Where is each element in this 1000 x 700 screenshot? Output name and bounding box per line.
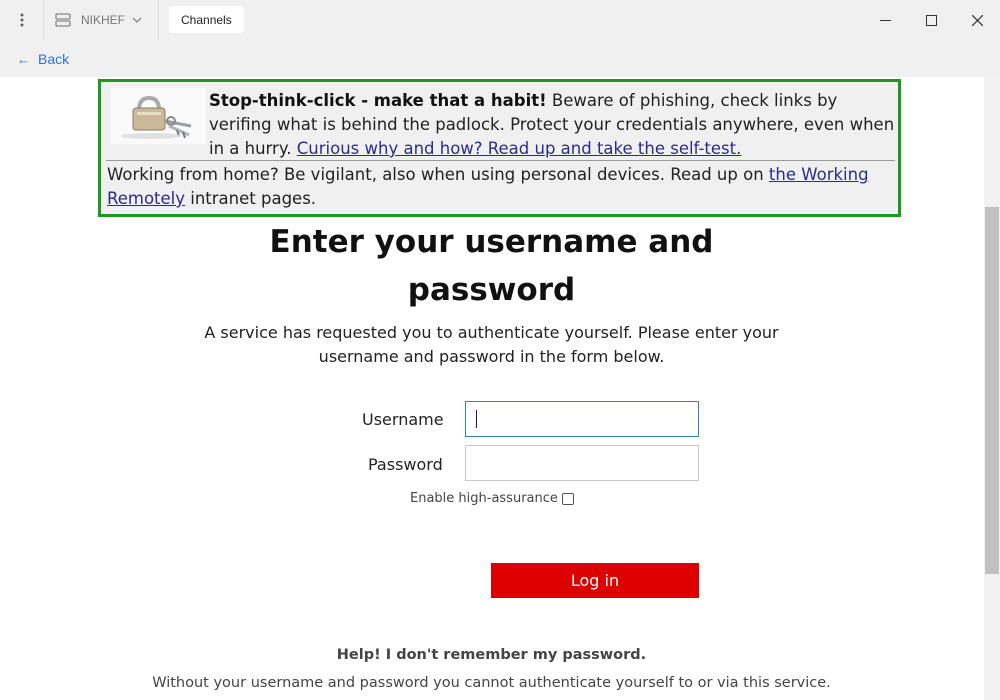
- page-description: A service has requested you to authentic…: [204, 323, 779, 366]
- vertical-dots-icon: [20, 13, 23, 27]
- title-bar: NIKHEF Channels: [0, 0, 1000, 40]
- username-label: Username: [362, 410, 444, 429]
- scrollbar-thumb[interactable]: [985, 207, 999, 574]
- password-label: Password: [368, 455, 443, 474]
- remote-work-notice-text: Working from home? Be vigilant, also whe…: [107, 163, 897, 211]
- notice-heading: Stop-think-click - make that a habit!: [209, 91, 547, 110]
- high-assurance-checkbox[interactable]: [561, 492, 574, 505]
- security-notice: Stop-think-click - make that a habit! Be…: [98, 79, 901, 217]
- close-button[interactable]: [954, 0, 1000, 40]
- menu-button[interactable]: [0, 0, 44, 40]
- login-button[interactable]: Log in: [491, 563, 699, 598]
- text-caret: [476, 410, 477, 428]
- minimize-button[interactable]: [862, 0, 908, 40]
- close-icon: [971, 14, 983, 26]
- remote-text: Working from home? Be vigilant, also whe…: [107, 165, 769, 184]
- workspace-selector[interactable]: NIKHEF: [45, 0, 159, 40]
- login-label: Log in: [570, 571, 620, 590]
- self-test-link[interactable]: Curious why and how? Read up and take th…: [297, 139, 742, 158]
- help-text: Without your username and password you c…: [152, 675, 831, 691]
- padlock-keys-image: [111, 88, 206, 144]
- high-assurance-row: Enable high-assurance: [410, 491, 574, 506]
- password-input[interactable]: [465, 445, 699, 481]
- server-stack-icon: [55, 13, 71, 27]
- remote-suffix: intranet pages.: [185, 189, 317, 208]
- help-heading: Help! I don't remember my password.: [336, 647, 647, 663]
- workspace-label: NIKHEF: [81, 13, 126, 27]
- page-title: Enter your username and password: [269, 224, 714, 308]
- phishing-notice-text: Stop-think-click - make that a habit! Be…: [209, 89, 899, 161]
- tab-label: Channels: [181, 12, 232, 27]
- tab-channels[interactable]: Channels: [169, 6, 244, 33]
- navigation-bar: ← Back: [0, 40, 1000, 77]
- maximize-button[interactable]: [908, 0, 954, 40]
- notice-divider: [106, 160, 895, 161]
- minimize-icon: [879, 19, 891, 21]
- back-label: Back: [38, 51, 70, 67]
- back-link[interactable]: ← Back: [17, 51, 69, 67]
- username-input[interactable]: [465, 401, 699, 437]
- high-assurance-label: Enable high-assurance: [410, 491, 558, 506]
- chevron-down-icon: [132, 17, 142, 23]
- arrow-left-icon: ←: [17, 51, 30, 67]
- maximize-icon: [925, 14, 937, 26]
